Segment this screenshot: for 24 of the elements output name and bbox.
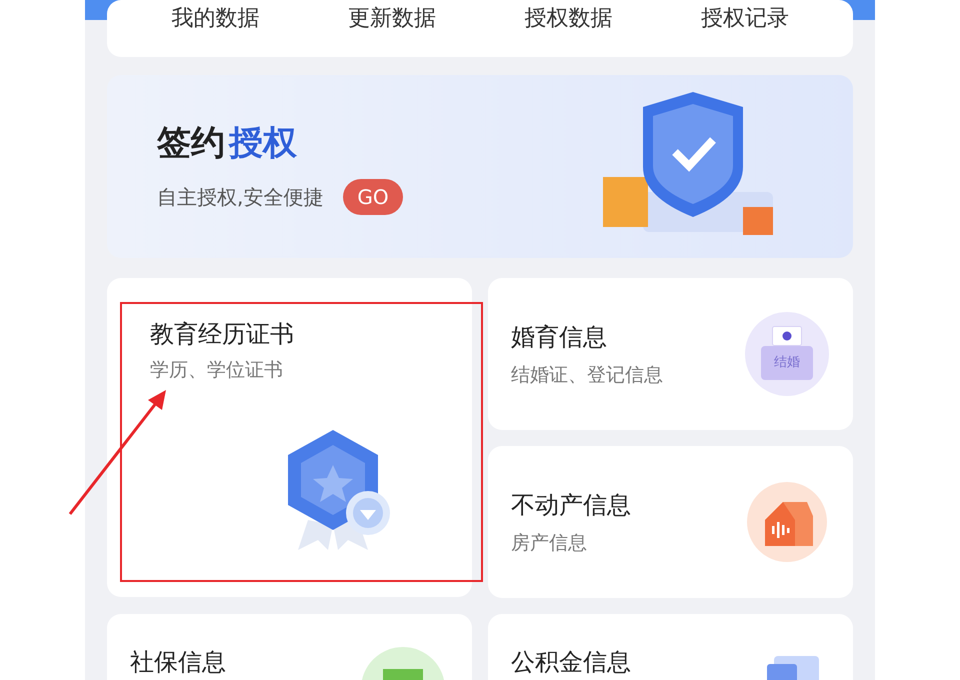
info-card[interactable]: 社保信息	[107, 614, 472, 680]
card-title: 婚育信息	[511, 322, 608, 353]
data-tab[interactable]: 更新数据	[348, 2, 436, 35]
info-card[interactable]: 婚育信息 结婚证、登记信息 结婚	[488, 278, 853, 430]
info-card[interactable]: 不动产信息 房产信息	[488, 446, 853, 598]
card-subtitle: 学历、学位证书	[150, 358, 284, 383]
info-card[interactable]: 公积金信息	[488, 614, 853, 680]
card-subtitle: 房产信息	[511, 530, 588, 556]
card-title: 教育经历证书	[150, 319, 295, 350]
badge-text: 结婚	[774, 354, 800, 372]
data-tab[interactable]: 我的数据	[171, 2, 260, 35]
banner-title-accent: 授权	[229, 122, 297, 165]
go-button[interactable]: GO	[343, 179, 403, 215]
house-icon	[745, 480, 829, 564]
ballot-paper-icon	[772, 326, 802, 346]
data-tab[interactable]: 授权数据	[524, 2, 612, 35]
card-subtitle: 结婚证、登记信息	[511, 362, 663, 388]
banner-subtitle: 自主授权,安全便捷	[157, 184, 324, 211]
card-title: 公积金信息	[511, 647, 631, 678]
card-title: 不动产信息	[511, 490, 631, 521]
data-tab[interactable]: 授权记录	[700, 2, 789, 35]
sign-banner[interactable]: 签约授权 自主授权,安全便捷 GO	[107, 75, 853, 258]
banner-title: 签约	[157, 122, 225, 165]
card-title: 社保信息	[130, 647, 226, 678]
